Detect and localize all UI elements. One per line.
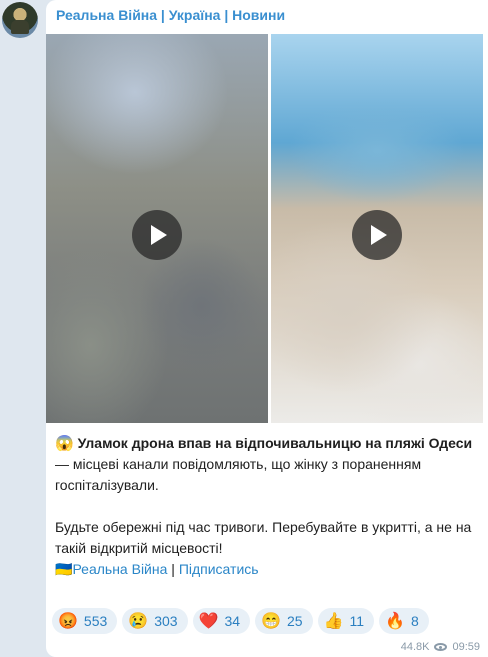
cry-emoji-icon: 😢 xyxy=(128,613,149,630)
message-bubble: Реальна Війна | Україна | Новини 😱 Уламо… xyxy=(46,0,488,657)
play-icon[interactable] xyxy=(132,210,182,260)
channel-link[interactable]: Реальна Війна xyxy=(72,561,167,577)
reaction-count: 8 xyxy=(410,613,419,629)
video-thumbnail-2[interactable] xyxy=(271,34,483,423)
reaction-thumbs-up[interactable]: 👍 11 xyxy=(317,608,375,634)
angry-emoji-icon: 😡 xyxy=(58,613,78,630)
headline-rest: — місцеві канали повідомляють, що жінку … xyxy=(55,456,422,493)
message-text: 😱 Уламок дрона впав на відпочивальницю н… xyxy=(55,433,475,580)
media-grid xyxy=(46,34,483,423)
reaction-angry[interactable]: 😡 553 xyxy=(52,608,118,634)
grin-emoji-icon: 😁 xyxy=(261,613,281,630)
reaction-fire[interactable]: 🔥 8 xyxy=(379,608,429,634)
view-count: 44.8K xyxy=(400,641,430,653)
fire-emoji-icon: 🔥 xyxy=(385,613,405,630)
reaction-count: 303 xyxy=(154,613,178,629)
reaction-count: 11 xyxy=(349,613,365,629)
thumbs-up-emoji-icon: 👍 xyxy=(323,613,344,630)
reaction-count: 25 xyxy=(286,613,303,629)
separator: | xyxy=(167,561,179,577)
reaction-cry[interactable]: 😢 303 xyxy=(122,608,188,634)
reactions-bar: 😡 553 😢 303 ❤️ 34 😁 25 👍 11 🔥 8 xyxy=(52,608,429,634)
channel-avatar[interactable] xyxy=(2,2,38,38)
reaction-count: 34 xyxy=(224,613,241,629)
message-meta: 44.8K 09:59 xyxy=(401,641,480,653)
headline: Уламок дрона впав на відпочивальницю на … xyxy=(77,435,473,451)
video-thumbnail-1[interactable] xyxy=(46,34,268,423)
heart-emoji-icon: ❤️ xyxy=(198,613,219,630)
reaction-count: 553 xyxy=(83,613,108,629)
message-time: 09:59 xyxy=(452,641,480,653)
channel-title[interactable]: Реальна Війна | Україна | Новини xyxy=(56,7,285,23)
paragraph-2: Будьте обережні під час тривоги. Перебув… xyxy=(55,519,472,556)
reaction-heart[interactable]: ❤️ 34 xyxy=(192,608,251,634)
flag-emoji: 🇺🇦 xyxy=(55,561,73,577)
reaction-grin[interactable]: 😁 25 xyxy=(255,608,313,634)
scream-emoji: 😱 xyxy=(55,435,74,452)
play-icon[interactable] xyxy=(352,210,402,260)
eye-icon xyxy=(434,643,448,651)
subscribe-link[interactable]: Підписатись xyxy=(179,561,259,577)
